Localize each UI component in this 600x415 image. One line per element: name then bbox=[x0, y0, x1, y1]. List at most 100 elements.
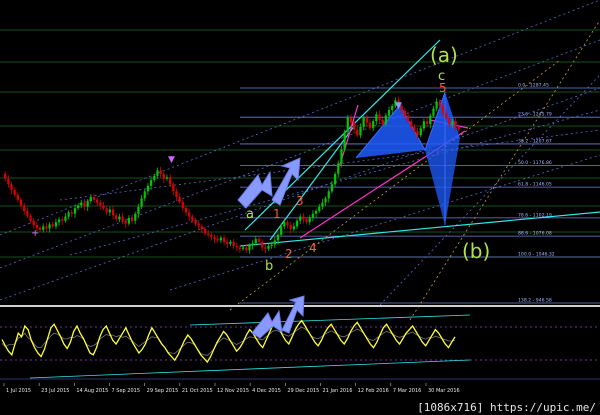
fib-level-label: 0.0 - 1287.45 bbox=[518, 83, 549, 89]
svg-text:▼: ▼ bbox=[395, 101, 402, 111]
candle-body bbox=[83, 202, 86, 207]
candle-body bbox=[194, 220, 197, 224]
candle-body bbox=[295, 220, 299, 227]
candle-body bbox=[130, 217, 134, 221]
candle-body bbox=[425, 121, 429, 125]
candle-body bbox=[232, 241, 235, 247]
candle-body bbox=[413, 126, 416, 132]
candle-body bbox=[210, 234, 213, 237]
candle-body bbox=[359, 126, 362, 136]
candle-body bbox=[264, 247, 267, 249]
candle-body bbox=[378, 114, 381, 120]
candle-body bbox=[438, 101, 441, 106]
candle-body bbox=[191, 216, 194, 221]
fib-level-label: 61.8 - 1146.05 bbox=[518, 182, 552, 188]
candle-body bbox=[362, 117, 365, 127]
price-chart: 0.0 - 1287.4523.6 - 1245.7938.2 - 1207.6… bbox=[0, 0, 600, 415]
candle-body bbox=[448, 118, 451, 125]
candle-body bbox=[54, 222, 58, 227]
x-tick-label: 21 Oct 2015 bbox=[182, 388, 213, 394]
candle-body bbox=[121, 216, 124, 221]
wave-label-a: a bbox=[246, 207, 254, 222]
candle-body bbox=[245, 247, 248, 251]
candle-body bbox=[213, 236, 216, 240]
candle-body bbox=[254, 239, 257, 244]
candle-body bbox=[7, 178, 10, 185]
candle-body bbox=[441, 105, 445, 113]
candle-body bbox=[384, 115, 387, 125]
candle-body bbox=[153, 175, 156, 181]
candle-body bbox=[257, 239, 261, 242]
candle-body bbox=[451, 121, 454, 125]
candle-body bbox=[42, 226, 45, 230]
candle-body bbox=[311, 213, 315, 218]
candle-body bbox=[149, 180, 153, 186]
candle-body bbox=[127, 217, 131, 224]
candle-body bbox=[105, 208, 108, 213]
x-tick-label: 21 Jan 2016 bbox=[323, 388, 353, 394]
wave-label-1: 1 bbox=[273, 207, 281, 221]
x-tick-label: 12 Nov 2015 bbox=[217, 388, 249, 394]
candle-body bbox=[61, 219, 64, 221]
candle-body bbox=[197, 223, 200, 227]
candle-body bbox=[387, 110, 391, 116]
wave-label-5: 5 bbox=[439, 81, 447, 95]
candle-body bbox=[365, 117, 368, 123]
candle-body bbox=[353, 122, 356, 130]
candle-body bbox=[343, 131, 346, 150]
x-tick-label: 7 Mar 2016 bbox=[393, 388, 422, 394]
candle-body bbox=[200, 226, 203, 230]
candle-body bbox=[286, 222, 289, 225]
candle-body bbox=[292, 226, 295, 230]
x-tick-label: 23 Jul 2015 bbox=[41, 388, 69, 394]
candle-body bbox=[64, 216, 67, 221]
candle-body bbox=[372, 121, 375, 129]
x-tick-label: 1 Jul 2015 bbox=[6, 388, 31, 394]
candle-body bbox=[375, 114, 378, 122]
candle-body bbox=[346, 117, 349, 132]
candle-body bbox=[118, 216, 121, 220]
candle-body bbox=[159, 170, 162, 174]
candle-body bbox=[115, 215, 118, 220]
candle-body bbox=[410, 121, 413, 127]
candle-body bbox=[403, 110, 407, 116]
candle-body bbox=[207, 233, 210, 235]
candle-body bbox=[267, 246, 270, 249]
x-tick-label: 29 Dec 2015 bbox=[287, 388, 319, 394]
candle-body bbox=[134, 213, 137, 221]
x-tick-label: 29 Sep 2015 bbox=[147, 388, 179, 394]
candle-body bbox=[96, 199, 99, 203]
candle-body bbox=[226, 241, 229, 244]
x-tick-label: 4 Dec 2015 bbox=[252, 388, 281, 394]
candle-body bbox=[48, 224, 51, 229]
candle-body bbox=[283, 222, 286, 227]
x-tick-label: 14 Aug 2015 bbox=[76, 388, 108, 394]
candle-body bbox=[261, 241, 264, 248]
candle-body bbox=[302, 216, 305, 220]
candle-body bbox=[172, 184, 175, 192]
candle-body bbox=[229, 241, 232, 244]
candle-body bbox=[324, 198, 327, 203]
fib-level-label: 50.0 - 1176.86 bbox=[518, 160, 552, 166]
candle-body bbox=[165, 177, 169, 179]
candle-body bbox=[219, 237, 223, 241]
candle-body bbox=[308, 217, 311, 223]
candle-body bbox=[86, 201, 89, 207]
candle-body bbox=[241, 247, 245, 249]
candle-body bbox=[432, 108, 435, 116]
x-tick-label: 30 Mar 2016 bbox=[428, 388, 460, 394]
candle-body bbox=[111, 209, 115, 216]
candle-body bbox=[32, 220, 35, 225]
candle-body bbox=[289, 224, 292, 230]
x-tick-label: 12 Feb 2016 bbox=[358, 388, 389, 394]
candle-body bbox=[51, 224, 54, 227]
candle-body bbox=[102, 205, 105, 209]
candle-body bbox=[330, 184, 334, 192]
upic-watermark: [1086x716] https://upic.me/ bbox=[415, 401, 598, 414]
wave-label-2: 2 bbox=[285, 247, 293, 261]
candle-body bbox=[89, 196, 92, 202]
fib-level-label: 138.2 - 946.58 bbox=[518, 298, 552, 304]
candle-body bbox=[416, 131, 419, 136]
candle-body bbox=[137, 206, 140, 214]
candle-body bbox=[29, 215, 32, 221]
